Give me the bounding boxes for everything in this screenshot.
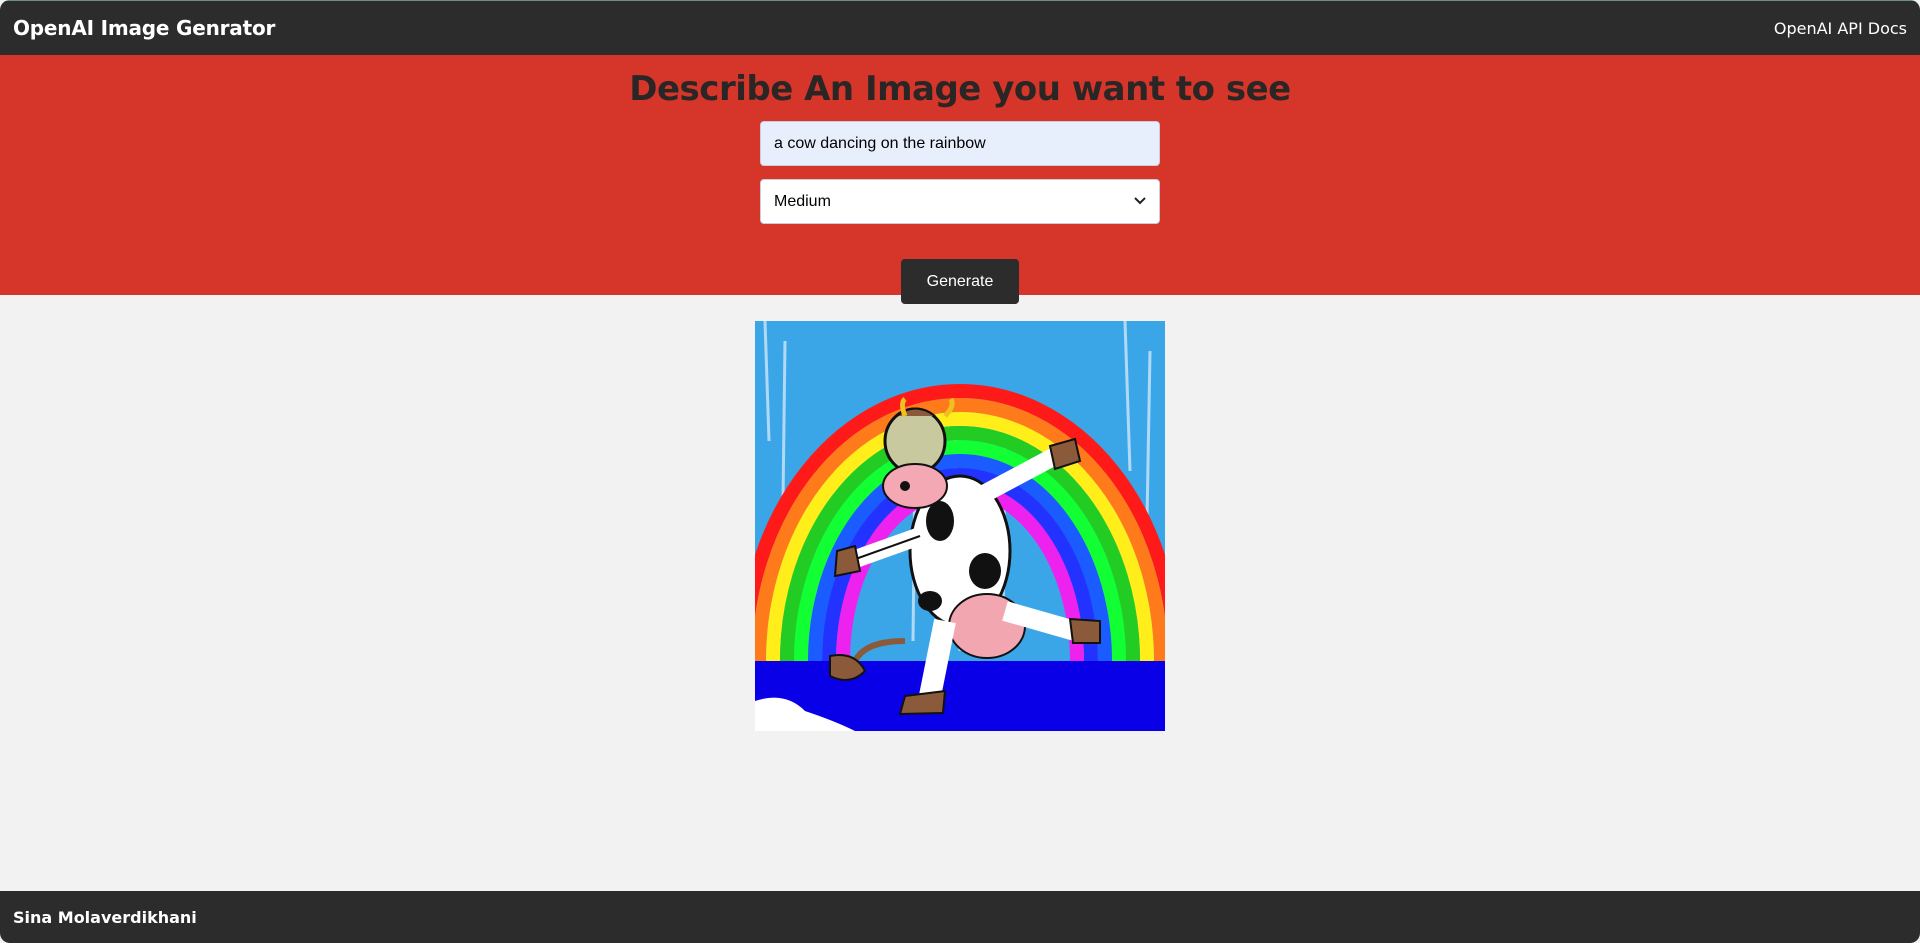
api-docs-link[interactable]: OpenAI API Docs — [1774, 19, 1907, 38]
generated-image — [755, 321, 1165, 731]
brand-title: OpenAI Image Genrator — [13, 16, 276, 40]
chevron-down-icon — [1134, 196, 1146, 208]
generate-button[interactable]: Generate — [901, 259, 1019, 304]
generated-image-art — [755, 321, 1165, 731]
size-select-value: Medium — [774, 192, 831, 210]
app-frame: OpenAI Image Genrator OpenAI API Docs De… — [0, 0, 1920, 943]
navbar: OpenAI Image Genrator OpenAI API Docs — [0, 0, 1920, 55]
footer-author: Sina Molaverdikhani — [13, 907, 197, 927]
size-select[interactable]: Medium — [760, 179, 1160, 224]
footer: Sina Molaverdikhani — [0, 891, 1920, 943]
prompt-input[interactable] — [760, 121, 1160, 166]
page-title: Describe An Image you want to see — [629, 69, 1291, 109]
